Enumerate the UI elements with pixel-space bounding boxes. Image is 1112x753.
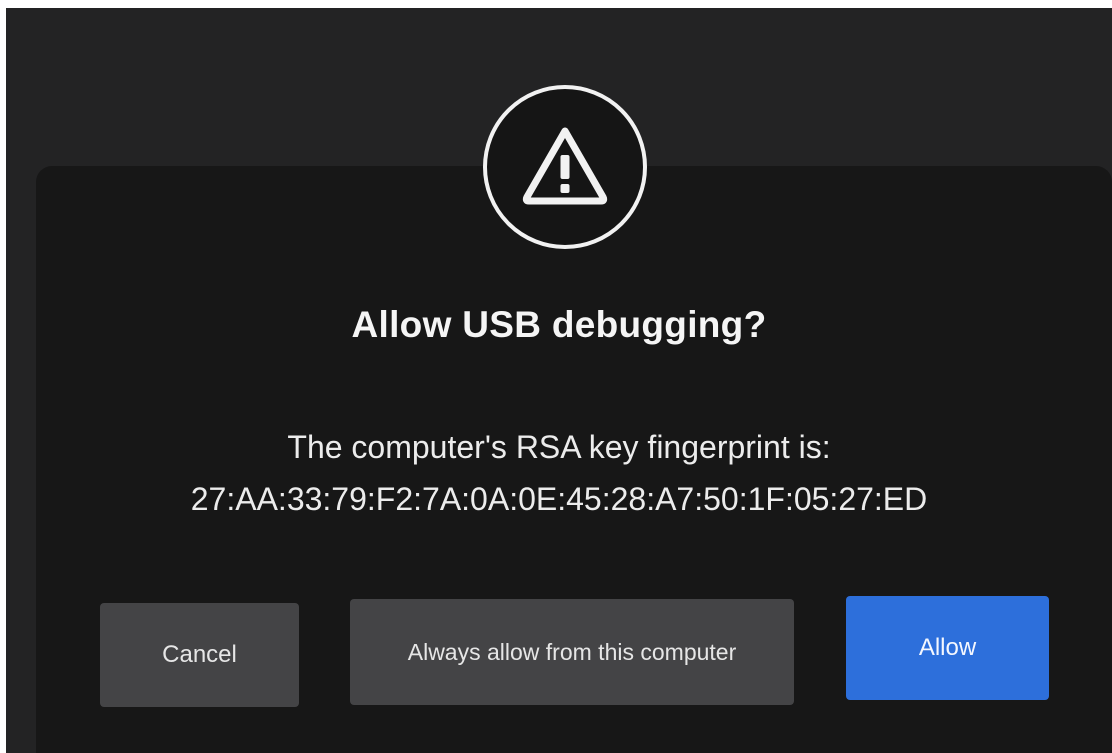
warning-icon xyxy=(483,85,647,249)
screen-background: Allow USB debugging? The computer's RSA … xyxy=(6,8,1112,753)
rsa-fingerprint: 27:AA:33:79:F2:7A:0A:0E:45:28:A7:50:1F:0… xyxy=(190,481,928,517)
cancel-button-label: Cancel xyxy=(162,641,237,668)
always-allow-button-label: Always allow from this computer xyxy=(407,638,737,665)
dialog-message: The computer's RSA key fingerprint is: xyxy=(287,429,831,465)
always-allow-button[interactable]: Always allow from this computer xyxy=(350,599,794,705)
cancel-button[interactable]: Cancel xyxy=(100,603,299,707)
dialog-title: Allow USB debugging? xyxy=(351,304,767,345)
warning-triangle-icon xyxy=(522,127,608,205)
allow-button-label: Allow xyxy=(918,634,977,661)
allow-button[interactable]: Allow xyxy=(846,596,1049,700)
